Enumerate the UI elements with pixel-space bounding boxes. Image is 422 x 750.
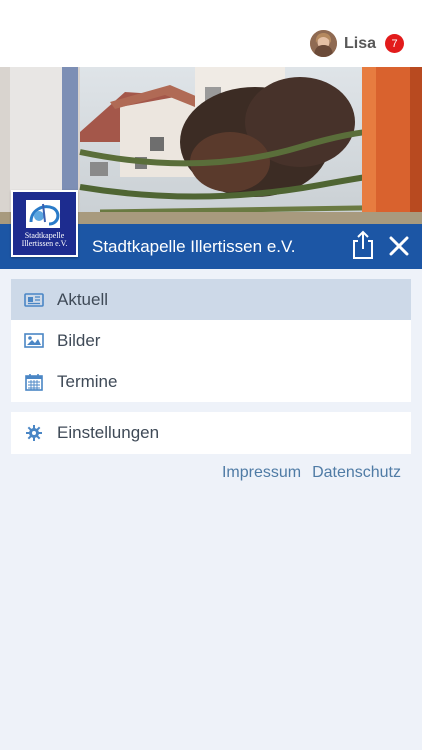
calendar-icon [24,373,44,391]
menu-item-termine[interactable]: Termine [11,361,411,402]
datenschutz-link[interactable]: Datenschutz [312,464,401,482]
menu-item-label: Einstellungen [57,423,160,442]
share-icon [353,230,373,259]
menu-item-label: Bilder [57,330,101,350]
menu-item-aktuell[interactable]: Aktuell [11,279,411,320]
avatar[interactable] [309,30,337,57]
gear-icon [24,424,44,442]
menu-item-bilder[interactable]: Bilder [11,320,411,361]
club-name: Stadtkapelle Illertissen e.V. [92,237,296,256]
settings-menu: Einstellungen [11,412,411,454]
user-name[interactable]: Lisa [344,35,376,53]
newspaper-icon [24,291,44,309]
menu-item-label: Aktuell [57,289,109,309]
share-button[interactable] [350,230,376,260]
close-button[interactable] [386,232,412,260]
user-profile[interactable]: Lisa 7 [309,30,404,57]
close-icon [389,236,409,256]
notification-badge[interactable]: 7 [385,34,404,53]
main-menu: Aktuell Bilder Termine [11,279,411,402]
top-bar: Lisa 7 [0,0,422,67]
club-logo-text: Stadtkapelle Illertissen e.V. [21,231,68,248]
menu-item-label: Termine [57,371,118,391]
club-logo: Stadtkapelle Illertissen e.V. [11,190,78,257]
image-icon [24,332,44,350]
footer-links: Impressum Datenschutz [211,464,401,482]
menu-item-einstellungen[interactable]: Einstellungen [11,412,411,454]
impressum-link[interactable]: Impressum [222,464,301,482]
